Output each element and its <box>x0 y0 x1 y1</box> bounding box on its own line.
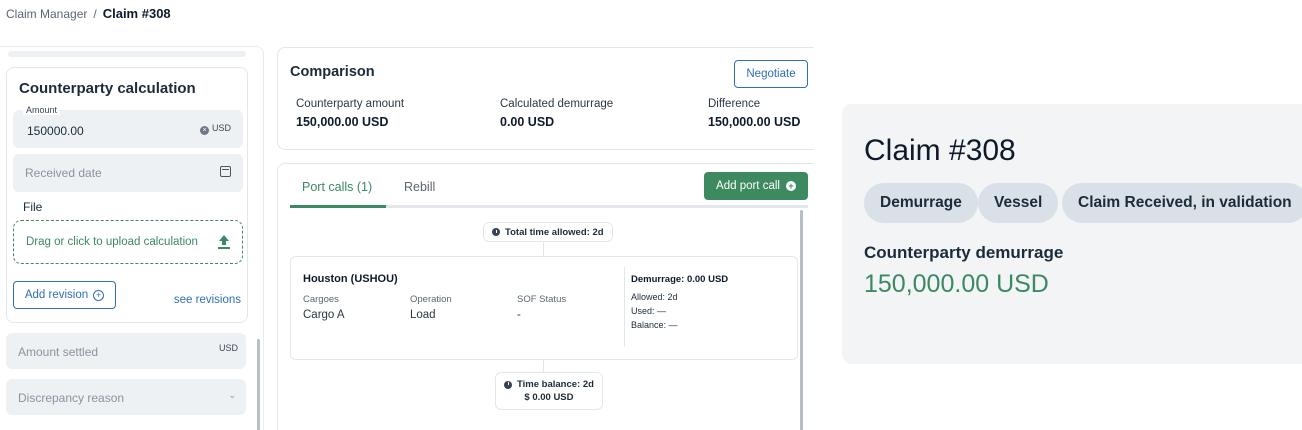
file-label: File <box>23 200 43 214</box>
comparison-counterparty-amount: Counterparty amount 150,000.00 USD <box>296 98 404 129</box>
timeline-connector <box>543 360 544 372</box>
port-divider <box>624 267 625 347</box>
tab-rebill[interactable]: Rebill <box>404 180 435 194</box>
counterparty-title: Counterparty calculation <box>19 80 196 97</box>
comparison-label: Difference <box>708 98 761 110</box>
comparison-label: Counterparty amount <box>296 98 405 110</box>
chevron-down-icon: ⌄ <box>228 390 236 400</box>
amount-currency: USD <box>211 123 231 133</box>
operation-value: Load <box>410 309 436 321</box>
left-panel: Counterparty calculation Amount 150000.0… <box>0 46 264 430</box>
clear-icon[interactable]: × <box>200 126 209 135</box>
port-calls-card: Port calls (1) Rebill Add port call + To… <box>277 163 814 430</box>
time-balance-badge: Time balance: 2d $ 0.00 USD <box>495 372 603 410</box>
tab-port-calls[interactable]: Port calls (1) <box>302 180 372 194</box>
received-date-input[interactable]: Received date <box>13 154 243 192</box>
port-call-houston[interactable]: Houston (USHOU) Cargoes Operation SOF St… <box>290 256 798 360</box>
comparison-value: 0.00 USD <box>500 115 555 129</box>
add-revision-label: Add revision <box>24 289 89 301</box>
upload-dropzone[interactable]: Drag or click to upload calculation <box>13 220 243 264</box>
sof-status-value: - <box>517 309 521 321</box>
total-time-allowed-text: Total time allowed: 2d <box>505 226 604 238</box>
operation-header: Operation <box>410 294 452 305</box>
breadcrumb: Claim Manager / Claim #308 <box>6 6 171 21</box>
upload-icon <box>218 235 230 249</box>
active-tab-indicator <box>290 205 386 208</box>
discrepancy-placeholder: Discrepancy reason <box>18 391 125 405</box>
cargo-value: Cargo A <box>303 309 345 321</box>
comparison-difference: Difference 150,000.00 USD <box>708 98 800 129</box>
port-allowed: Allowed: 2d <box>631 292 678 302</box>
clock-icon <box>492 228 500 236</box>
received-date-placeholder: Received date <box>25 166 102 180</box>
port-balance: Balance: — <box>631 320 678 330</box>
counterparty-demurrage-label: Counterparty demurrage <box>864 243 1064 262</box>
plus-circle-icon: + <box>93 289 105 301</box>
upload-text: Drag or click to upload calculation <box>26 236 198 248</box>
discrepancy-reason-select[interactable]: Discrepancy reason ⌄ <box>6 379 246 415</box>
amount-input[interactable]: Amount 150000.00 × USD <box>13 105 243 148</box>
chip-status: Claim Received, in validation <box>1062 183 1302 223</box>
amount-settled-currency: USD <box>218 343 238 353</box>
comparison-label: Calculated demurrage <box>500 98 614 110</box>
breadcrumb-parent[interactable]: Claim Manager <box>6 7 87 21</box>
breadcrumb-separator: / <box>93 6 97 21</box>
comparison-calculated-demurrage: Calculated demurrage 0.00 USD <box>500 98 613 129</box>
amount-label: Amount <box>23 105 61 115</box>
port-used: Used: — <box>631 306 667 316</box>
negotiate-button[interactable]: Negotiate <box>734 60 808 88</box>
time-balance-row: Time balance: 2d <box>504 379 594 390</box>
counterparty-calculation-card: Counterparty calculation Amount 150000.0… <box>6 67 248 323</box>
add-revision-button[interactable]: Add revision + <box>13 281 116 309</box>
add-port-call-button[interactable]: Add port call + <box>704 172 808 200</box>
chip-demurrage: Demurrage <box>864 183 978 223</box>
scrollbar[interactable] <box>257 339 260 430</box>
comparison-value: 150,000.00 USD <box>296 115 389 129</box>
amount-value: 150000.00 <box>27 124 84 138</box>
port-demurrage: Demurrage: 0.00 USD <box>631 274 729 285</box>
sof-status-header: SOF Status <box>517 294 567 305</box>
plus-circle-icon: + <box>785 181 796 191</box>
port-name: Houston (USHOU) <box>303 273 398 285</box>
total-time-allowed-badge: Total time allowed: 2d <box>483 222 613 242</box>
amount-settled-placeholder: Amount settled <box>18 345 99 359</box>
comparison-value: 150,000.00 USD <box>708 115 801 129</box>
collapsed-section <box>8 51 246 57</box>
time-balance-text: Time balance: 2d <box>517 379 594 390</box>
amount-settled-input[interactable]: Amount settled USD <box>6 333 246 369</box>
chip-vessel: Vessel <box>978 183 1059 223</box>
scrollbar[interactable] <box>800 210 803 430</box>
see-revisions-link[interactable]: see revisions <box>174 294 241 306</box>
comparison-title: Comparison <box>290 64 375 80</box>
timeline-connector <box>543 242 544 256</box>
add-port-call-label: Add port call <box>716 180 780 192</box>
claim-title: Claim #308 <box>864 134 1016 167</box>
breadcrumb-current: Claim #308 <box>102 6 171 21</box>
cargoes-header: Cargoes <box>303 294 339 305</box>
time-balance-amount: $ 0.00 USD <box>524 392 574 403</box>
clock-icon <box>504 380 512 389</box>
comparison-card: Comparison Negotiate Counterparty amount… <box>277 47 814 150</box>
counterparty-demurrage-value: 150,000.00 USD <box>864 270 1049 298</box>
calendar-icon[interactable] <box>220 166 231 177</box>
claim-summary-card: Claim #308 Demurrage Vessel Claim Receiv… <box>842 104 1302 364</box>
